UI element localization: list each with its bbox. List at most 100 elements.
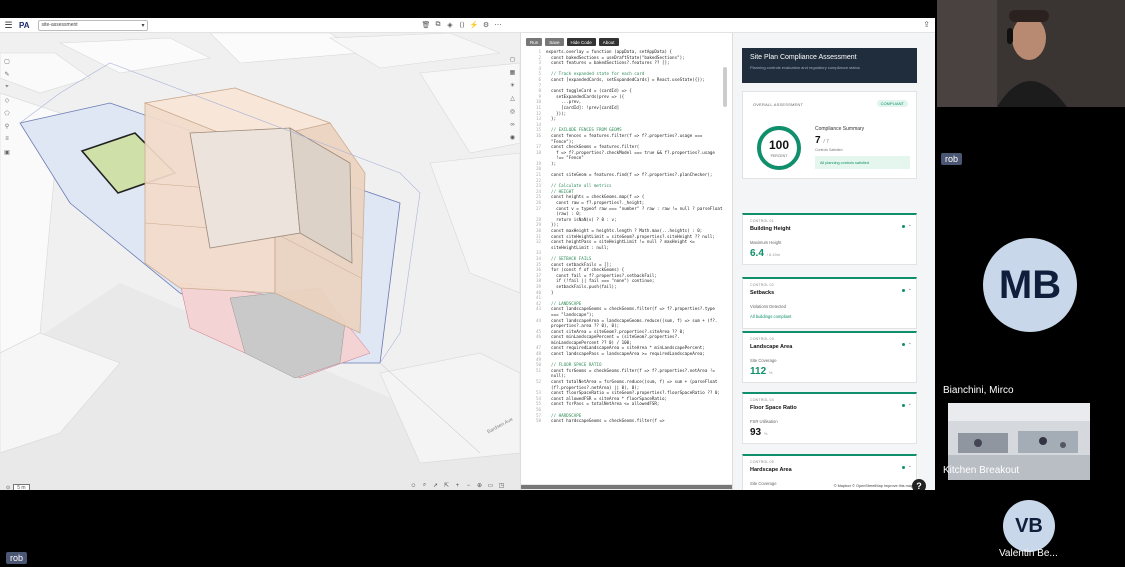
map-bottom-toolbar: ☺ ⌕ ➚ ⇱ + − ⊕ ▭ ◳	[409, 481, 506, 490]
control-card-landscape[interactable]: CONTROL 03 Landscape Area ⌄ Site Coverag…	[742, 331, 917, 383]
code-text: // EXCLUDE FENCES FROM GEOMS	[546, 127, 622, 133]
map-right-toolbar: ◻ ▦ ☀ △ ◎ ∞ ◉	[508, 55, 517, 142]
code-icon[interactable]: ⟨⟩	[457, 20, 467, 30]
project-select[interactable]: site-assessment ▾	[37, 19, 148, 31]
share-icon[interactable]: ⇪	[923, 20, 930, 29]
participant-name: Bianchini, Mirco	[943, 385, 1014, 396]
horizontal-scrollbar[interactable]	[521, 484, 732, 490]
code-text: exports.overlay = function (appData, set…	[546, 49, 673, 54]
control-value: 6.4 / 8.15m	[750, 248, 780, 259]
shape-tool-icon[interactable]: ◇	[3, 96, 11, 104]
view-3d-icon[interactable]: ◳	[497, 481, 506, 490]
lightning-icon[interactable]: ⚡	[469, 20, 479, 30]
code-text: const landscapePass = landscapeArea >= r…	[546, 351, 705, 357]
map-left-toolbar: ▢ ✎ ⌖ ◇ ⬠ ⚲ ≡ ▣	[3, 57, 11, 156]
layers-icon[interactable]: ◈	[445, 20, 455, 30]
code-text: (raw) : 0;	[546, 211, 582, 217]
panel-subtitle: Planning controls evaluation and regulat…	[750, 65, 860, 70]
value-unit: %	[768, 370, 773, 375]
control-label: CONTROL 02	[750, 283, 774, 287]
select-tool-icon[interactable]: ▢	[3, 57, 11, 65]
code-text: const siteGeom = features.find(f => f?.p…	[546, 172, 713, 178]
chevron-down-icon: ▾	[141, 22, 145, 29]
save-button[interactable]: Save	[545, 38, 564, 46]
about-button[interactable]: About	[598, 38, 619, 46]
code-text: setbackFails.push(fail);	[546, 283, 617, 289]
settings-icon[interactable]: ⚙	[481, 20, 491, 30]
sun-icon[interactable]: ☀	[508, 81, 517, 90]
emoji-icon[interactable]: ☺	[409, 481, 418, 490]
control-card-fsr[interactable]: CONTROL 04 Floor Space Ratio ⌄ FSR Utili…	[742, 392, 917, 444]
map-viewport[interactable]: ▢ ✎ ⌖ ◇ ⬠ ⚲ ≡ ▣ ◻ ▦ ☀ △ ◎ ∞ ◉ ⊙ 5 m ☺ ⌕ …	[0, 33, 520, 490]
control-metric: Violations Detected	[750, 304, 787, 309]
zoom-in-icon[interactable]: +	[453, 481, 462, 490]
code-text: const heights = checkGeoms.map(f => {	[546, 194, 645, 200]
more-icon[interactable]: ⋯	[493, 20, 503, 30]
measure-tool-icon[interactable]: ⌖	[3, 83, 11, 91]
code-lines[interactable]: 1 exports.overlay = function (appData, se…	[525, 49, 725, 424]
chevron-down-icon[interactable]: ⌄	[908, 286, 912, 292]
control-note: All buildings compliant	[750, 314, 792, 319]
chevron-down-icon[interactable]: ⌄	[908, 463, 912, 469]
code-text: const landscapeGeoms = checkGeoms.filter…	[546, 306, 715, 312]
value-unit: %	[763, 431, 768, 436]
link-icon[interactable]: ∞	[508, 120, 517, 129]
pin-tool-icon[interactable]: ⚲	[3, 122, 11, 130]
summary-ok-banner: All planning controls satisfied	[815, 156, 910, 169]
control-label: CONTROL 01	[750, 219, 774, 223]
code-text: ...prev,	[546, 99, 582, 105]
cube-icon[interactable]: ◻	[508, 55, 517, 64]
control-label: CONTROL 04	[750, 398, 774, 402]
code-text: const fsrPass = totalNetArea <= allowedF…	[546, 401, 660, 407]
code-text: // LANDSCAPE	[546, 300, 582, 306]
help-icon[interactable]: ?	[912, 479, 926, 490]
control-title: Floor Space Ratio	[750, 405, 797, 411]
code-text: for (const f of checkGeoms) {	[546, 267, 625, 273]
globe-icon[interactable]: ◎	[508, 107, 517, 116]
code-text: === "landscape");	[546, 311, 594, 317]
run-button[interactable]: Run	[526, 38, 543, 46]
polygon-tool-icon[interactable]: ⬠	[3, 109, 11, 117]
code-text: const heightPass = siteHeightLimit != nu…	[546, 239, 695, 245]
control-title: Building Height	[750, 226, 791, 232]
status-dot	[902, 466, 905, 469]
search-icon[interactable]: ⌕	[420, 481, 429, 490]
code-scrollbar[interactable]	[723, 67, 727, 107]
control-card-setbacks[interactable]: CONTROL 02 Setbacks ⌄ Violations Detecte…	[742, 277, 917, 329]
code-text: f => f?.properties?.checkModel === true …	[546, 149, 715, 155]
status-badge: COMPLIANT	[876, 100, 908, 107]
compass-icon[interactable]: ⊙	[6, 485, 10, 490]
warning-icon[interactable]: △	[508, 94, 517, 103]
control-metric: Site Coverage	[750, 481, 777, 486]
layer-tool-icon[interactable]: ≡	[3, 135, 11, 143]
score-label: PERCENT	[770, 154, 788, 158]
control-metric: Maximum Height	[750, 240, 782, 245]
view-2d-icon[interactable]: ▭	[486, 481, 495, 490]
code-text: siteHeightLimit : null;	[546, 244, 610, 250]
pen-tool-icon[interactable]: ✎	[3, 70, 11, 78]
chevron-down-icon[interactable]: ⌄	[908, 222, 912, 228]
trash-icon[interactable]: 🗑	[421, 20, 431, 30]
code-text: // HEIGHT	[546, 188, 574, 194]
grid-icon[interactable]: ▦	[508, 68, 517, 77]
control-value: 112 %	[750, 366, 772, 377]
eye-icon[interactable]: ◉	[508, 133, 517, 142]
chevron-down-icon[interactable]: ⌄	[908, 401, 912, 407]
chevron-down-icon[interactable]: ⌄	[908, 340, 912, 346]
menu-icon[interactable]: ☰	[3, 20, 14, 31]
cursor-icon[interactable]: ➚	[431, 481, 440, 490]
image-tool-icon[interactable]: ▣	[3, 148, 11, 156]
zoom-out-icon[interactable]: −	[464, 481, 473, 490]
copy-icon[interactable]: ⧉	[433, 20, 443, 30]
score-value: 100	[768, 138, 790, 152]
map-attribution[interactable]: © Mapbox © OpenStreetMap Improve this ma…	[834, 484, 913, 488]
code-editor[interactable]: Run Save Hide Code About 1 exports.overla…	[520, 33, 732, 490]
recenter-icon[interactable]: ⊕	[475, 481, 484, 490]
hide-code-button[interactable]: Hide Code	[566, 38, 596, 46]
control-card-height[interactable]: CONTROL 01 Building Height ⌄ Maximum Hei…	[742, 213, 917, 265]
compliance-panel: Site Plan Compliance Assessment Planning…	[732, 33, 935, 490]
pointer-icon[interactable]: ⇱	[442, 481, 451, 490]
control-metric: Site Coverage	[750, 358, 777, 363]
scroll-thumb[interactable]	[521, 485, 732, 489]
control-title: Setbacks	[750, 290, 775, 296]
